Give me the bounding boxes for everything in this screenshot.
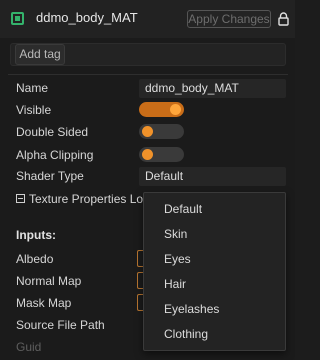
source-file-path-label: Source File Path	[16, 318, 105, 332]
material-title: ddmo_body_MAT	[36, 10, 138, 25]
shader-type-label: Shader Type	[16, 169, 84, 183]
dropdown-option-skin[interactable]: Skin	[164, 227, 187, 241]
name-label: Name	[16, 81, 49, 95]
visible-label: Visible	[16, 103, 52, 117]
name-field[interactable]: ddmo_body_MAT	[139, 79, 286, 98]
shader-type-dropdown: Default Skin Eyes Hair Eyelashes Clothin…	[143, 192, 286, 351]
alpha-clipping-toggle[interactable]	[139, 147, 184, 162]
dropdown-option-hair[interactable]: Hair	[164, 277, 186, 291]
shader-type-select[interactable]: Default	[139, 167, 286, 186]
inputs-heading: Inputs:	[16, 228, 56, 242]
double-sided-toggle[interactable]	[139, 124, 184, 139]
albedo-label: Albedo	[16, 252, 54, 266]
toggle-knob	[142, 126, 153, 137]
alpha-clipping-label: Alpha Clipping	[16, 148, 94, 162]
inspector-header: ddmo_body_MAT Apply Changes	[0, 0, 295, 39]
mask-map-label: Mask Map	[16, 296, 72, 310]
texture-properties-label[interactable]: Texture Properties Lo	[29, 192, 143, 206]
dropdown-option-eyes[interactable]: Eyes	[164, 252, 191, 266]
add-tag-button[interactable]: Add tag	[15, 44, 65, 65]
visible-toggle[interactable]	[139, 102, 184, 117]
dropdown-option-default[interactable]: Default	[164, 202, 202, 216]
material-icon	[11, 12, 24, 25]
divider	[8, 74, 288, 75]
guid-label: Guid	[16, 340, 42, 354]
normal-map-label: Normal Map	[16, 274, 82, 288]
dropdown-option-clothing[interactable]: Clothing	[164, 327, 208, 341]
toggle-knob	[142, 149, 153, 160]
apply-changes-button[interactable]: Apply Changes	[187, 10, 271, 28]
toggle-knob	[170, 104, 181, 115]
collapse-icon[interactable]	[16, 194, 25, 203]
lock-icon[interactable]	[278, 12, 289, 26]
double-sided-label: Double Sided	[16, 125, 89, 139]
dropdown-option-eyelashes[interactable]: Eyelashes	[164, 302, 219, 316]
